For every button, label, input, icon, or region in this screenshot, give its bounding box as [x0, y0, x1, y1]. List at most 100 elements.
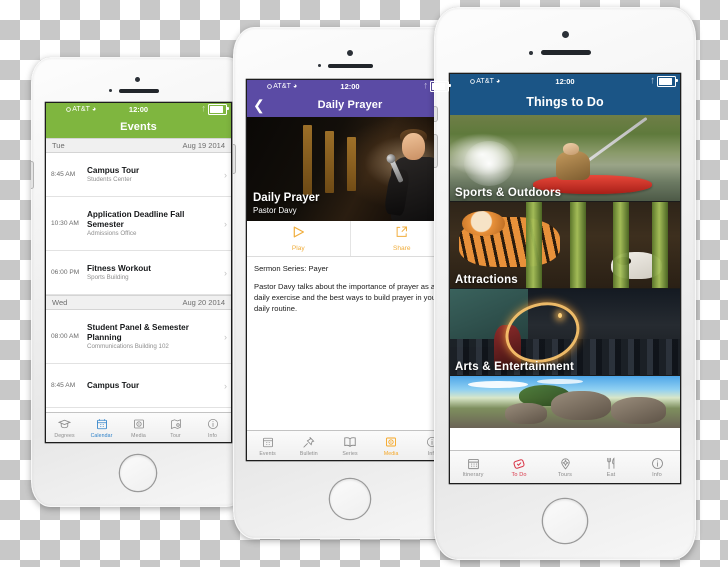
play-button[interactable]: Play [247, 221, 350, 256]
tab-degrees[interactable]: Degrees [46, 413, 83, 442]
chevron-right-icon: › [224, 267, 227, 278]
category-card-beach[interactable] [450, 375, 680, 428]
status-bar: AT&T ◕ 12:00 ᛏ [450, 74, 680, 89]
battery-icon [430, 81, 451, 92]
tab-label: Degrees [54, 432, 75, 439]
home-button[interactable] [330, 479, 370, 519]
event-row[interactable]: 06:00 PM Fitness Workout Sports Building… [46, 251, 231, 295]
hero-subtitle: Pastor Davy [253, 206, 297, 215]
section-header: Wed Aug 20 2014 [46, 295, 231, 310]
event-time: 8:45 AM [51, 171, 76, 178]
card-label: Arts & Entertainment [455, 361, 575, 373]
tab-label: Series [342, 450, 358, 457]
chevron-right-icon: › [224, 169, 227, 180]
section-header: Tue Aug 19 2014 [46, 138, 231, 153]
sermon-series-line: Sermon Series: Payer [254, 264, 329, 273]
category-card-sports-outdoors[interactable]: Sports & Outdoors [450, 115, 680, 201]
kayaker-head [562, 143, 579, 155]
phone-center-daily-prayer: AT&T ◕ 12:00 ᛏ ❮ Daily Prayer Daily Pray… [233, 27, 468, 539]
volume-button[interactable] [31, 162, 33, 188]
event-time: 08:00 AM [51, 333, 79, 340]
event-time: 10:30 AM [51, 220, 79, 227]
figure-head [402, 133, 425, 160]
tab-tours[interactable]: Tours [542, 451, 588, 483]
bamboo-stalk [613, 202, 630, 288]
front-camera-icon [347, 50, 353, 56]
category-card-arts-entertainment[interactable]: Arts & Entertainment [450, 288, 680, 375]
status-bar-right: ᛏ [201, 104, 229, 115]
tab-series[interactable]: Series [329, 431, 370, 460]
event-row[interactable]: 10:30 AM Application Deadline Fall Semes… [46, 197, 231, 251]
home-button[interactable] [120, 455, 156, 491]
nav-bar: ❮ Daily Prayer [247, 93, 453, 117]
tab-itinerary[interactable]: Itinerary [450, 451, 496, 483]
status-bar: AT&T ◕ 12:00 ᛏ [247, 80, 453, 93]
nav-bar: Events [46, 116, 231, 138]
cloud [468, 381, 529, 389]
proximity-sensor-icon [529, 51, 533, 55]
tab-media[interactable]: Media [120, 413, 157, 442]
event-row[interactable]: 08:00 AM Student Panel & Semester Planni… [46, 310, 231, 364]
earpiece-speaker [328, 63, 373, 68]
battery-icon [657, 76, 678, 87]
signal-dots-icon [50, 108, 70, 111]
page-title: Events [120, 121, 157, 133]
bluetooth-icon: ᛏ [201, 106, 206, 113]
event-row[interactable]: 8:45 AM Campus Tour › [46, 364, 231, 408]
phone-center-screen: AT&T ◕ 12:00 ᛏ ❮ Daily Prayer Daily Pray… [247, 80, 453, 460]
event-body: Student Panel & Semester Planning Commun… [87, 323, 221, 350]
wifi-icon: ◕ [91, 106, 97, 113]
fork-knife-icon [605, 456, 618, 471]
event-location: Communications Building 102 [87, 343, 169, 351]
tab-info[interactable]: Info [194, 413, 231, 442]
tab-info[interactable]: Info [634, 451, 680, 483]
calendar-icon [467, 456, 480, 471]
share-arrow-icon [394, 225, 409, 244]
front-camera-icon [135, 77, 140, 82]
chevron-right-icon: › [224, 218, 227, 229]
event-title: Student Panel & Semester Planning [87, 322, 189, 342]
bamboo-stalk [525, 202, 542, 288]
volume-button[interactable] [434, 135, 437, 167]
category-card-attractions[interactable]: Attractions [450, 201, 680, 288]
info-circle-icon [207, 417, 219, 432]
tab-events[interactable]: Events [247, 431, 288, 460]
section-day: Tue [52, 141, 65, 150]
signal-dots-icon [454, 80, 474, 83]
earpiece-speaker [541, 50, 591, 55]
bluetooth-icon: ᛏ [423, 83, 428, 90]
signal-dots-icon [251, 85, 271, 88]
stage-pillar [303, 125, 312, 195]
event-row[interactable]: 8:45 AM Campus Tour Students Center › [46, 153, 231, 197]
carrier-label: AT&T [273, 83, 291, 90]
cloud [537, 378, 584, 385]
phone-right-things-to-do: AT&T ◕ 12:00 ᛏ Things to Do Sports & Out… [434, 7, 696, 560]
tab-label: Calendar [90, 432, 113, 439]
wifi-icon: ◕ [495, 78, 501, 85]
event-location: Students Center [87, 176, 132, 184]
card-label: Attractions [455, 274, 518, 286]
graduation-cap-icon [58, 417, 71, 432]
event-body: Fitness Workout Sports Building [87, 264, 221, 282]
calendar-icon [262, 435, 274, 450]
tab-media[interactable]: Media [371, 431, 412, 460]
action-bar: Play Share [247, 221, 453, 257]
tab-calendar[interactable]: Calendar [83, 413, 120, 442]
hero-title: Daily Prayer [253, 191, 320, 204]
home-button[interactable] [543, 499, 587, 543]
phone-left-events: AT&T ◕ 12:00 ᛏ Events Tue Aug 19 2014 8:… [31, 57, 246, 507]
tab-tour[interactable]: Tour [157, 413, 194, 442]
proximity-sensor-icon [318, 64, 322, 68]
mute-switch[interactable] [434, 107, 437, 121]
volume-button[interactable] [233, 145, 235, 173]
tab-bulletin[interactable]: Bulletin [288, 431, 329, 460]
carrier-label: AT&T [72, 106, 90, 113]
section-date: Aug 20 2014 [182, 298, 225, 307]
tab-eat[interactable]: Eat [588, 451, 634, 483]
chevron-left-icon[interactable]: ❮ [253, 98, 265, 112]
compass-pin-icon [559, 456, 572, 471]
screenshot-stage: AT&T ◕ 12:00 ᛏ Events Tue Aug 19 2014 8:… [0, 0, 728, 567]
battery-icon [208, 104, 229, 115]
tab-to-do[interactable]: To Do [496, 451, 542, 483]
event-location: Admissions Office [87, 230, 137, 238]
